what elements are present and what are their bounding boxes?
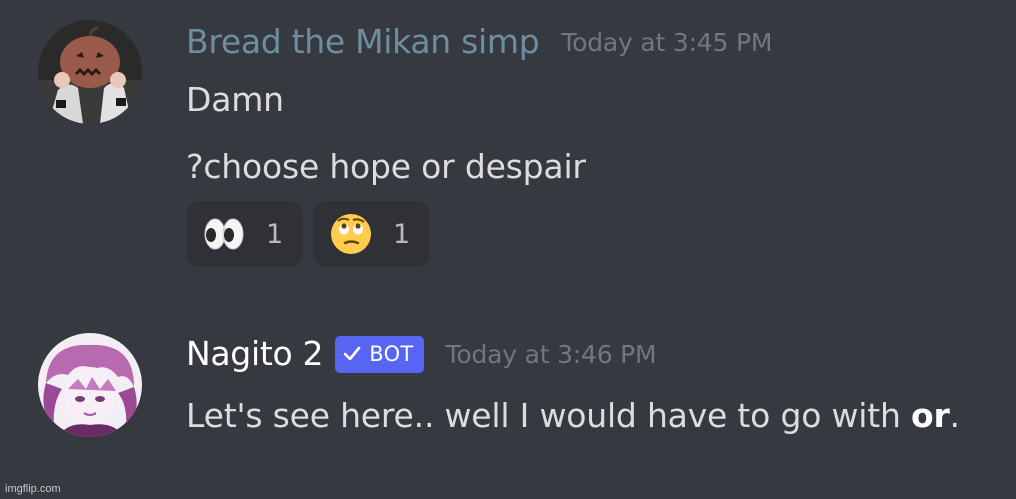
reaction-rolling-eyes[interactable]: 1 <box>313 201 430 267</box>
reaction-count: 1 <box>393 218 411 250</box>
message-header: Bread the Mikan simp Today at 3:45 PM <box>186 22 772 62</box>
message-text-part: Let's see here.. well I would have to go… <box>186 396 911 435</box>
face-with-rolling-eyes-emoji <box>331 214 371 254</box>
message-text: ?choose hope or despair <box>186 147 586 186</box>
message-header: Nagito 2 BOT Today at 3:46 PM <box>186 334 657 374</box>
username[interactable]: Bread the Mikan simp <box>186 22 540 62</box>
message-text-bold: or <box>910 396 950 435</box>
message-text: Let's see here.. well I would have to go… <box>186 396 960 436</box>
timestamp: Today at 3:46 PM <box>445 339 657 369</box>
reaction-count: 1 <box>266 218 284 250</box>
reactions-bar: 1 1 <box>186 201 430 267</box>
watermark: imgflip.com <box>5 483 61 495</box>
username[interactable]: Nagito 2 <box>186 334 324 374</box>
bot-badge: BOT <box>335 335 424 373</box>
message-text: Damn <box>186 80 284 119</box>
message-2: Nagito 2 BOT Today at 3:46 PM Let's see … <box>0 320 1016 460</box>
bot-badge-label: BOT <box>369 342 414 366</box>
reaction-eyes[interactable]: 1 <box>186 201 303 267</box>
checkmark-icon <box>343 346 361 361</box>
anime-character-avatar[interactable] <box>38 333 142 437</box>
timestamp: Today at 3:45 PM <box>561 27 773 57</box>
pumpkin-head-avatar[interactable] <box>38 20 142 124</box>
message-1: Bread the Mikan simp Today at 3:45 PM Da… <box>0 0 1016 290</box>
message-text-part: . <box>949 396 961 435</box>
eyes-emoji <box>204 218 244 250</box>
